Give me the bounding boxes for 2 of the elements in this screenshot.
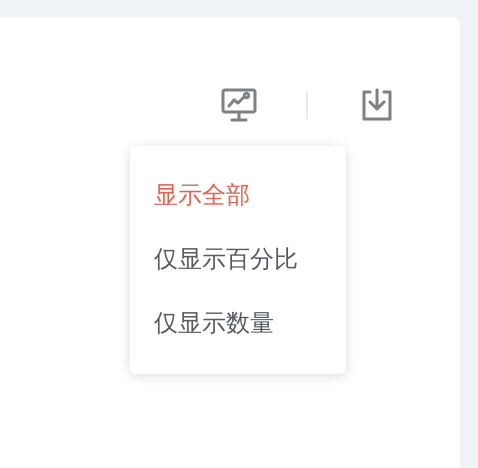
menu-item[interactable]: 仅显示数量 — [130, 292, 346, 356]
menu-item[interactable]: 仅显示百分比 — [130, 228, 346, 292]
